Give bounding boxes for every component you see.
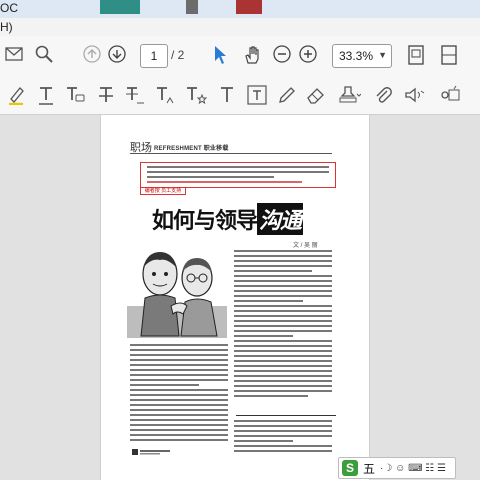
add-text-icon[interactable] xyxy=(217,84,237,106)
zoom-out-icon[interactable] xyxy=(272,44,292,64)
ime-tool-icons[interactable]: ·☽ ☺ ⌨ ☷ ☰ xyxy=(380,463,446,474)
zoom-value: 33.3% xyxy=(339,49,374,63)
stamp-icon[interactable] xyxy=(336,84,362,106)
hand-tool-icon[interactable] xyxy=(241,44,263,66)
pencil-icon[interactable] xyxy=(276,84,296,106)
title-bar: OC xyxy=(0,0,480,18)
underline-text-icon[interactable] xyxy=(36,84,56,106)
next-page-icon[interactable] xyxy=(107,44,127,64)
main-toolbar xyxy=(0,36,480,75)
select-cursor-icon[interactable] xyxy=(210,44,230,66)
editor-note-text xyxy=(147,166,329,186)
editor-note-box xyxy=(140,162,336,188)
eraser-icon[interactable] xyxy=(304,84,326,106)
menu-help[interactable]: H) xyxy=(0,20,13,34)
zoom-in-icon[interactable] xyxy=(298,44,318,64)
page-total: / 2 xyxy=(171,48,185,62)
article-body-left xyxy=(130,344,228,444)
zoom-select[interactable]: 33.3% ▼ xyxy=(332,44,392,68)
page-view-icon[interactable] xyxy=(440,44,458,66)
article-body-right-bottom xyxy=(234,420,332,455)
chevron-down-icon: ▼ xyxy=(378,50,387,60)
subsection-heading-rule xyxy=(236,410,336,416)
add-text-star-icon[interactable] xyxy=(184,84,208,106)
article-headline: 如何与领导沟通 xyxy=(152,203,304,235)
cartoon-illustration xyxy=(127,252,227,338)
ime-toolbar[interactable]: S 五 ·☽ ☺ ⌨ ☷ ☰ xyxy=(338,457,456,479)
headline-text: 如何与领导 xyxy=(152,208,258,234)
editor-note-label: 编者按 员工支持 xyxy=(140,187,186,195)
search-icon[interactable] xyxy=(34,44,54,64)
sogou-logo-icon[interactable]: S xyxy=(342,460,358,476)
article-body-right xyxy=(234,250,332,400)
byline: 文 / 吴 丽 xyxy=(293,243,318,249)
window-title: OC xyxy=(0,1,18,15)
record-audio-icon[interactable] xyxy=(438,84,462,106)
headline-highlight: 沟通 xyxy=(257,203,304,235)
text-comment-icon[interactable] xyxy=(64,84,86,106)
title-bar-block xyxy=(186,0,198,14)
page-number-input[interactable]: 1 xyxy=(140,44,168,68)
email-icon[interactable] xyxy=(4,44,24,64)
title-bar-block xyxy=(236,0,262,14)
highlighter-icon[interactable] xyxy=(6,84,26,106)
attach-file-icon[interactable] xyxy=(372,84,394,106)
previous-page-icon[interactable] xyxy=(82,44,102,64)
strikethrough-icon[interactable] xyxy=(96,84,116,106)
sound-icon[interactable] xyxy=(402,84,426,106)
page-footer-logo xyxy=(132,449,170,455)
fit-page-icon[interactable] xyxy=(407,44,425,66)
comment-toolbar xyxy=(0,74,480,115)
ime-mode[interactable]: 五 xyxy=(363,460,375,477)
menu-bar: H) xyxy=(0,18,480,36)
insert-text-icon[interactable] xyxy=(154,84,176,106)
title-bar-block xyxy=(100,0,140,14)
section-subheading: REFRESHMENT 职业移载 xyxy=(154,146,229,152)
replace-text-icon[interactable] xyxy=(124,84,146,106)
header-rule xyxy=(130,153,332,154)
text-box-icon[interactable] xyxy=(246,84,268,106)
